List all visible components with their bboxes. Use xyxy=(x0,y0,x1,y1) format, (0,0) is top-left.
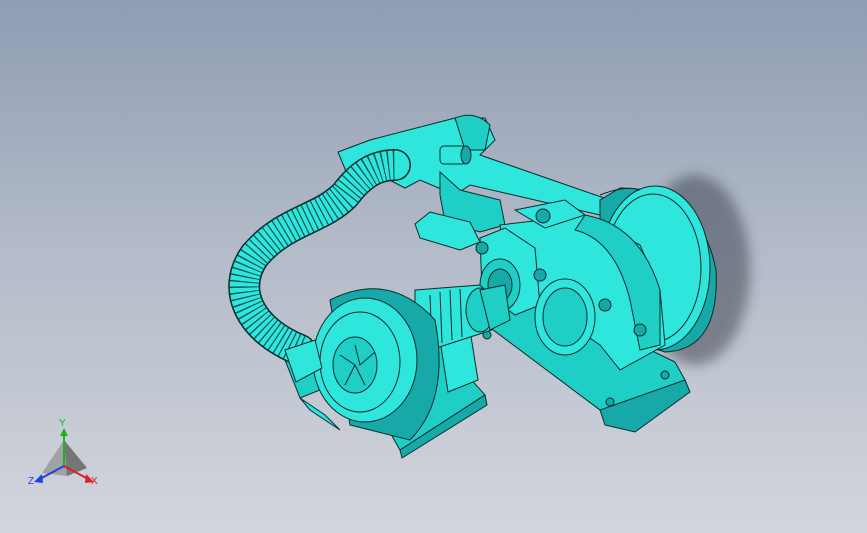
triad-x-label: X xyxy=(91,476,98,487)
assembly-model[interactable] xyxy=(0,0,867,533)
cad-viewport[interactable]: Y X Z xyxy=(0,0,867,533)
triad-y-label: Y xyxy=(59,418,66,429)
triad-graphic xyxy=(34,428,94,483)
orientation-triad[interactable]: Y X Z xyxy=(22,418,112,498)
triad-z-label: Z xyxy=(28,476,35,487)
